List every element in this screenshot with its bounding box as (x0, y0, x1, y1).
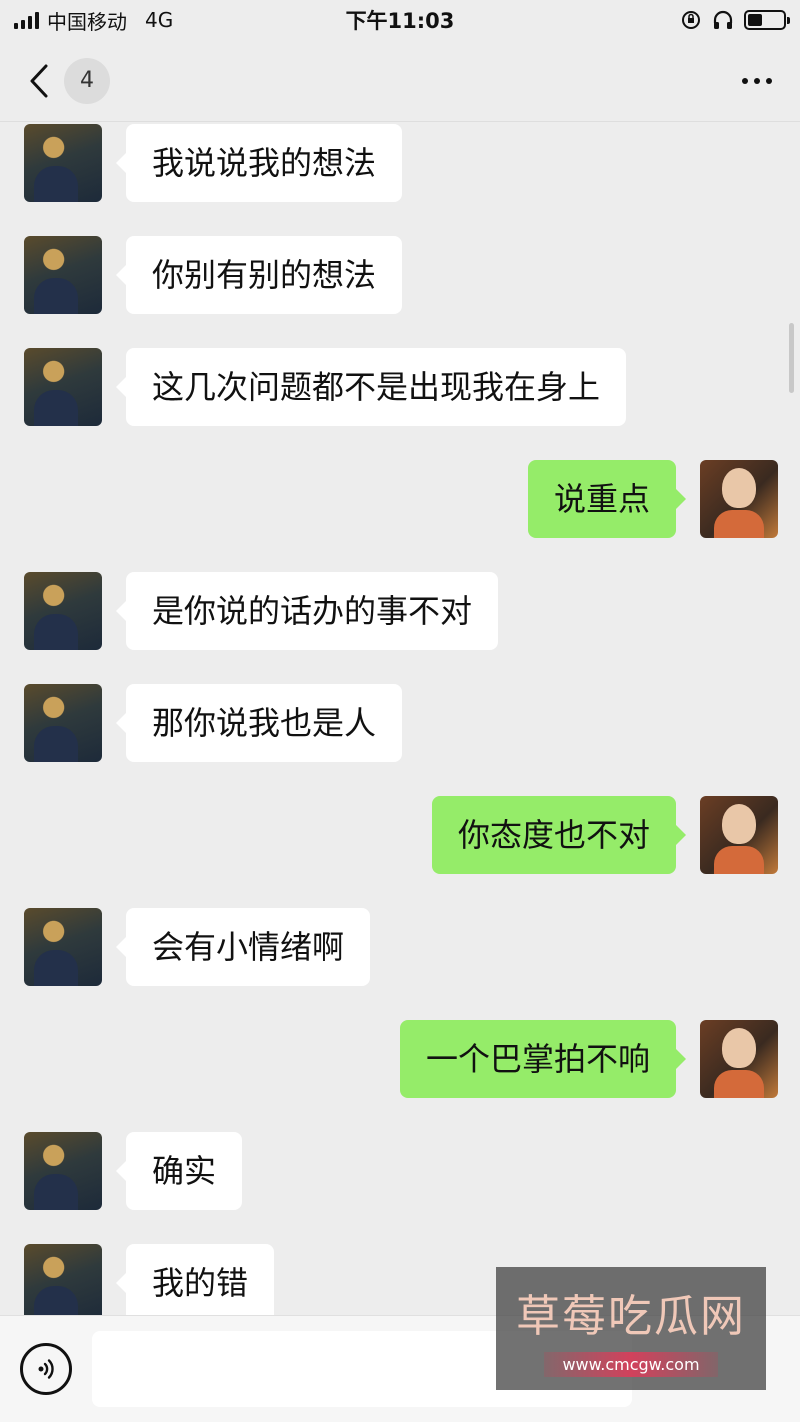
message-bubble[interactable]: 这几次问题都不是出现我在身上 (115, 348, 627, 426)
message-bubble[interactable]: 会有小情绪啊 (115, 908, 371, 986)
contact-avatar[interactable] (24, 1132, 102, 1210)
message-received: 这几次问题都不是出现我在身上 (24, 347, 627, 427)
status-right (680, 9, 790, 31)
contact-avatar[interactable] (24, 684, 102, 762)
carrier-label: 中国移动 (47, 9, 127, 34)
battery-icon (744, 10, 790, 30)
message-sent: 说重点 (527, 459, 778, 539)
status-left: 中国移动 4G (14, 6, 173, 35)
chat-messages[interactable]: 我说说我的想法 你别有别的想法 这几次问题都不是出现我在身上 说重点 是你说的话… (0, 123, 800, 1315)
network-label: 4G (145, 8, 174, 32)
status-bar: 中国移动 4G 下午11:03 (0, 0, 800, 40)
message-bubble[interactable]: 是你说的话办的事不对 (115, 572, 499, 650)
message-received: 我说说我的想法 (24, 123, 403, 203)
message-bubble[interactable]: 你别有别的想法 (115, 236, 403, 314)
message-received: 我的错 (24, 1243, 275, 1315)
message-received: 你别有别的想法 (24, 235, 403, 315)
contact-avatar[interactable] (24, 1244, 102, 1315)
my-avatar[interactable] (700, 796, 778, 874)
chat-header: 4 (0, 40, 800, 122)
voice-icon (38, 1359, 54, 1379)
more-options-icon[interactable] (738, 68, 776, 94)
signal-icon (14, 11, 39, 29)
message-bubble[interactable]: 我说说我的想法 (115, 124, 403, 202)
message-received: 会有小情绪啊 (24, 907, 371, 987)
message-bubble[interactable]: 确实 (115, 1132, 243, 1210)
contact-avatar[interactable] (24, 124, 102, 202)
contact-avatar[interactable] (24, 348, 102, 426)
scrollbar[interactable] (789, 323, 794, 393)
my-avatar[interactable] (700, 1020, 778, 1098)
message-bubble[interactable]: 你态度也不对 (431, 796, 687, 874)
message-bubble[interactable]: 那你说我也是人 (115, 684, 403, 762)
my-avatar[interactable] (700, 460, 778, 538)
headphones-icon (713, 10, 733, 29)
contact-avatar[interactable] (24, 908, 102, 986)
watermark-title: 草莓吃瓜网 (516, 1291, 746, 1342)
unread-count-badge[interactable]: 4 (64, 57, 110, 104)
message-bubble[interactable]: 我的错 (115, 1244, 275, 1315)
watermark: 草莓吃瓜网 www.cmcgw.com (496, 1267, 766, 1390)
message-received: 那你说我也是人 (24, 683, 403, 763)
message-bubble[interactable]: 一个巴掌拍不响 (399, 1020, 687, 1098)
watermark-url: www.cmcgw.com (544, 1352, 718, 1377)
back-icon[interactable] (28, 61, 54, 101)
contact-avatar[interactable] (24, 236, 102, 314)
message-sent: 一个巴掌拍不响 (399, 1019, 778, 1099)
message-bubble[interactable]: 说重点 (527, 460, 687, 538)
message-received: 确实 (24, 1131, 243, 1211)
contact-avatar[interactable] (24, 572, 102, 650)
message-sent: 你态度也不对 (431, 795, 778, 875)
voice-input-button[interactable] (20, 1343, 72, 1395)
message-received: 是你说的话办的事不对 (24, 571, 499, 651)
nav-left: 4 (28, 57, 110, 104)
orientation-lock-icon (682, 11, 700, 29)
